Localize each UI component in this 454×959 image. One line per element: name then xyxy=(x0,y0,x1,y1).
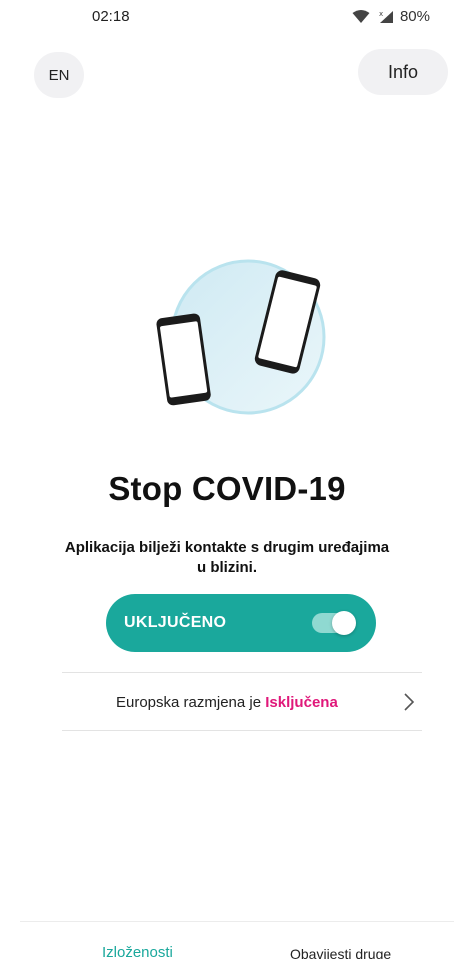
svg-text:x: x xyxy=(379,10,383,18)
tracing-toggle-button[interactable]: UKLJUČENO xyxy=(106,594,376,652)
exchange-status: Isključena xyxy=(265,694,338,711)
chevron-right-icon xyxy=(404,693,415,711)
tab-exposures[interactable]: Izloženosti xyxy=(102,944,173,959)
status-time: 02:18 xyxy=(92,8,130,25)
phones-illustration xyxy=(156,259,326,415)
screen: 02:18 x 80% EN Info Stop COVID-19 Aplika… xyxy=(0,0,454,959)
toggle-knob xyxy=(332,611,356,635)
language-button[interactable]: EN xyxy=(34,52,84,98)
toggle-switch[interactable] xyxy=(312,611,356,635)
wifi-icon xyxy=(352,9,370,23)
status-bar: 02:18 x 80% xyxy=(0,0,454,36)
divider-bottom xyxy=(62,730,422,731)
battery-text: 80% xyxy=(399,8,430,25)
european-exchange-row[interactable]: Europska razmjena je Isključena xyxy=(62,673,422,731)
tab-notify-others[interactable]: Obavijesti druge xyxy=(290,946,391,959)
exchange-text: Europska razmjena je Isključena xyxy=(116,694,338,711)
page-title: Stop COVID-19 xyxy=(108,470,346,507)
page-subtitle: Aplikacija bilježi kontakte s drugim ure… xyxy=(64,539,390,576)
cellular-signal-icon: x xyxy=(379,10,393,23)
bottom-nav-divider xyxy=(20,921,454,922)
exchange-label: Europska razmjena je xyxy=(116,694,266,711)
toggle-label: UKLJUČENO xyxy=(124,614,227,631)
info-button[interactable]: Info xyxy=(358,49,448,95)
status-icons: x 80% xyxy=(352,8,430,25)
